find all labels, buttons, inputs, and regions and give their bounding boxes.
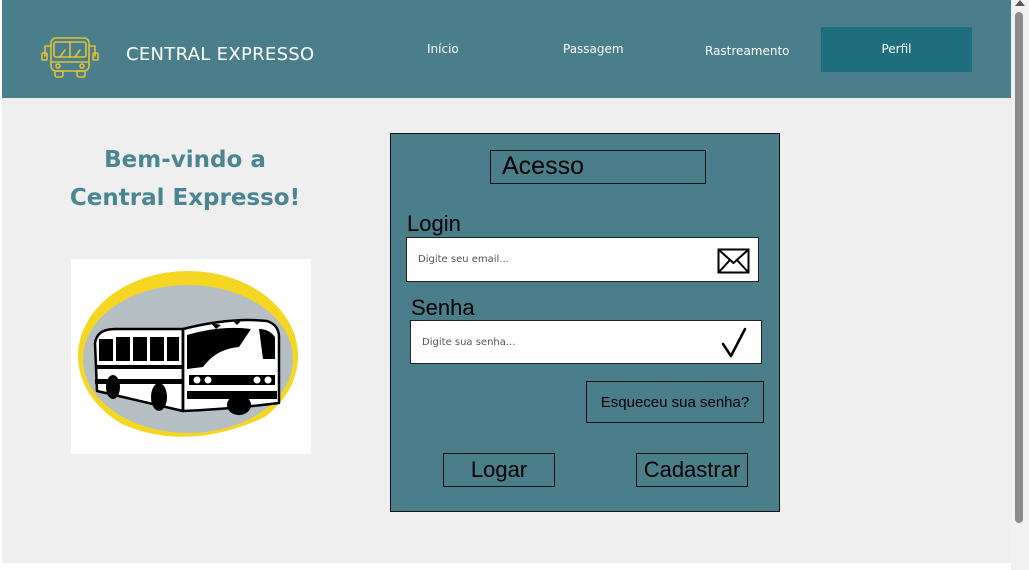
bus-illustration — [71, 259, 311, 454]
password-label: Senha — [411, 295, 475, 320]
scroll-thumb[interactable] — [1015, 12, 1023, 523]
envelope-icon — [717, 248, 750, 274]
nav-link-inicio[interactable]: Início — [427, 42, 459, 56]
welcome-line-2: Central Expresso! — [69, 185, 301, 211]
profile-button[interactable]: Perfil — [821, 27, 972, 72]
checkmark-icon — [721, 327, 747, 358]
scrollbar[interactable] — [1011, 0, 1029, 570]
welcome-line-1: Bem-vindo a — [104, 147, 266, 173]
login-label: Login — [407, 211, 461, 236]
email-input[interactable] — [418, 238, 708, 281]
panel-title: Acesso — [490, 150, 706, 184]
page: CENTRAL EXPRESSO Início Passagem Rastrea… — [2, 0, 1011, 563]
profile-button-label: Perfil — [881, 42, 912, 56]
navbar: CENTRAL EXPRESSO Início Passagem Rastrea… — [2, 0, 1011, 98]
password-field — [410, 320, 762, 364]
scroll-up-arrow-icon[interactable] — [1015, 0, 1025, 6]
login-panel: Acesso Login Senha Esqueceu sua senha? L… — [390, 133, 780, 512]
forgot-password-button[interactable]: Esqueceu sua senha? — [586, 381, 764, 423]
bus-icon — [41, 37, 99, 78]
password-input[interactable] — [422, 321, 712, 363]
login-field — [406, 237, 759, 282]
welcome-heading: Bem-vindo a Central Expresso! — [60, 141, 310, 217]
register-button[interactable]: Cadastrar — [636, 453, 748, 487]
nav-link-rastreamento[interactable]: Rastreamento — [705, 44, 790, 58]
login-button[interactable]: Logar — [443, 453, 555, 487]
brand-name: CENTRAL EXPRESSO — [126, 44, 315, 65]
nav-link-passagem[interactable]: Passagem — [563, 42, 624, 56]
